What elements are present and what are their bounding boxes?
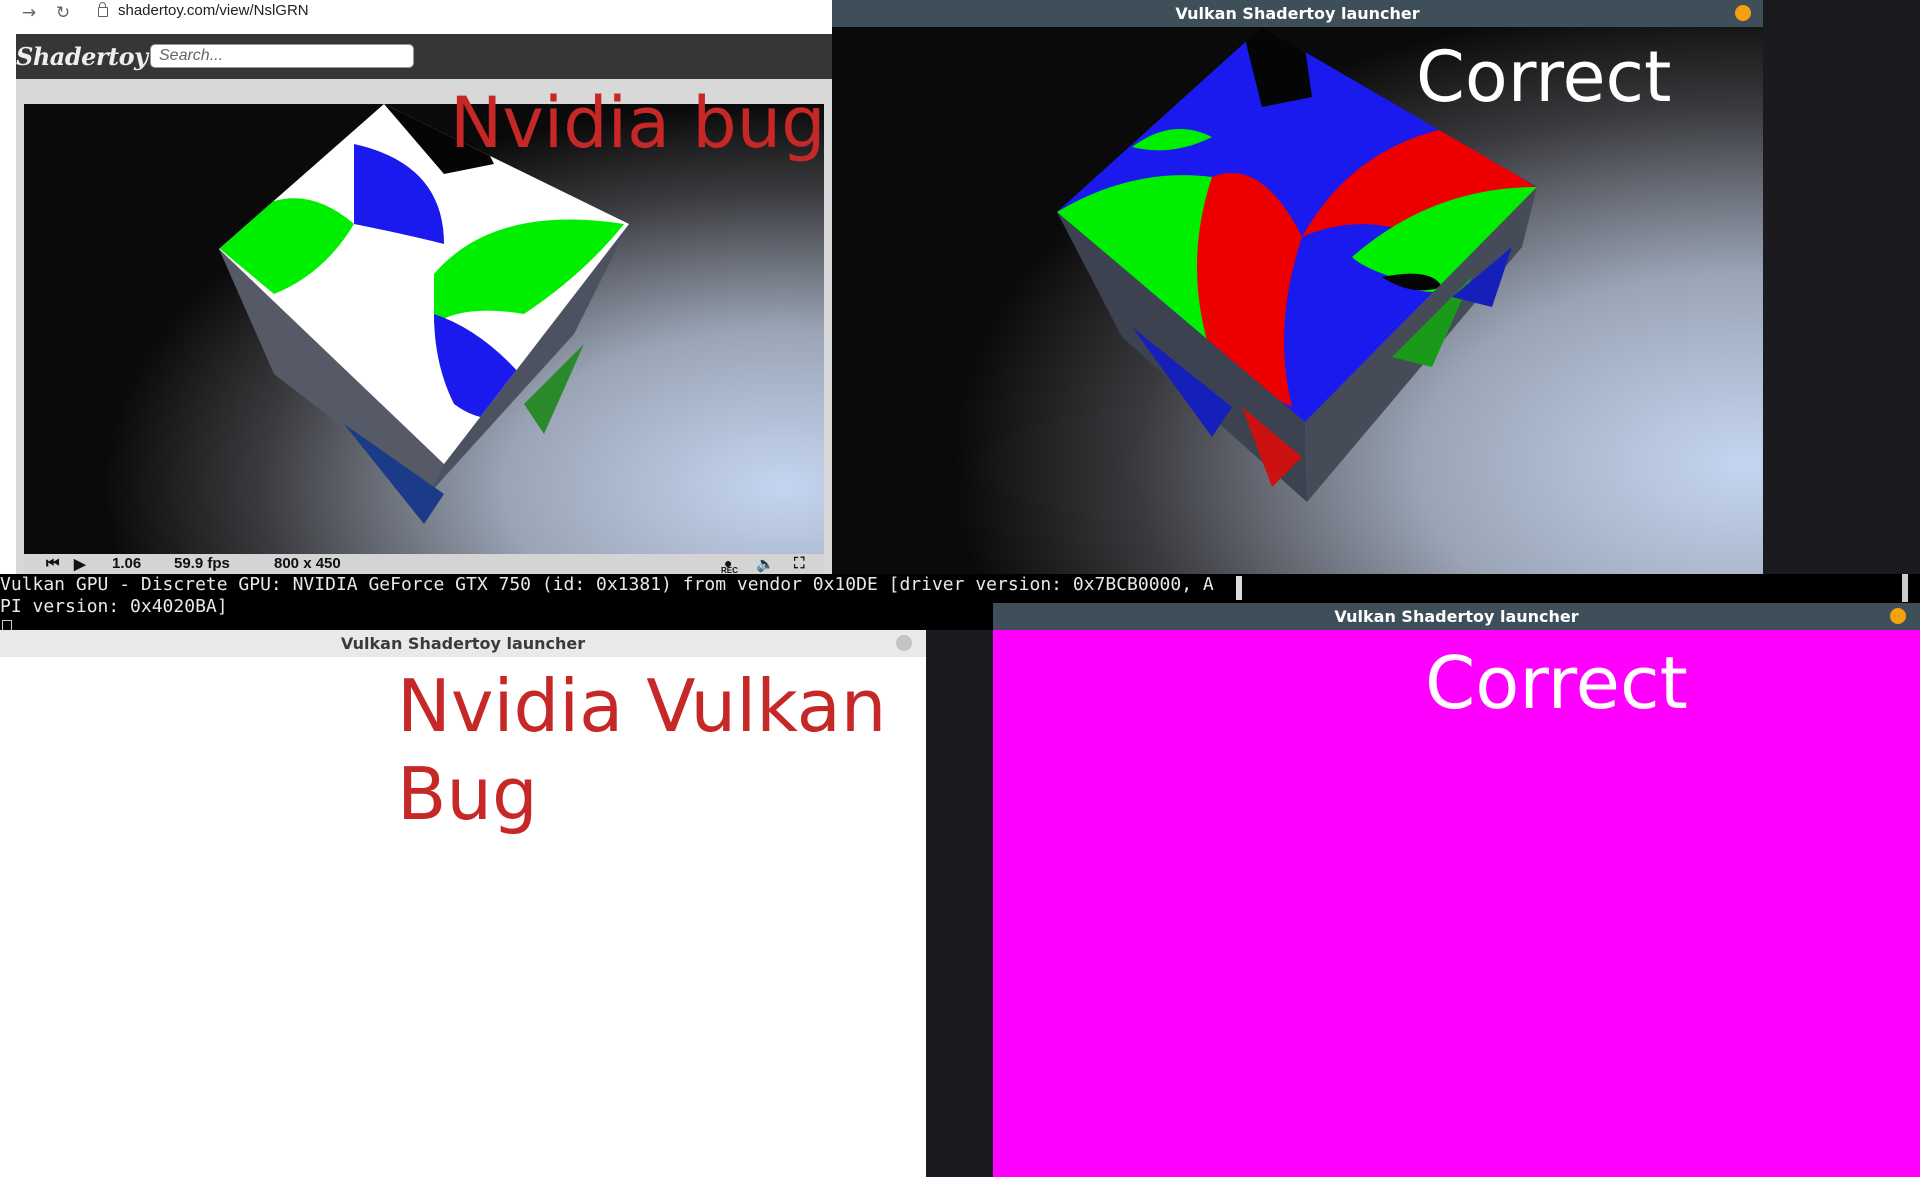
correct-label: Correct <box>1425 641 1688 725</box>
resolution-readout: 800 x 450 <box>274 555 341 572</box>
time-readout: 1.06 <box>112 555 142 572</box>
search-input[interactable] <box>150 44 414 68</box>
nvidia-bug-label: Nvidia bug <box>450 82 826 164</box>
fps-readout: 59.9 fps <box>174 555 230 572</box>
nvidia-vulkan-bug-label-line2: Bug <box>397 752 538 836</box>
terminal-line-1: Vulkan GPU - Discrete GPU: NVIDIA GeForc… <box>0 574 1214 595</box>
vulkan-window-top-right: Vulkan Shadertoy launcher Correct <box>832 0 1763 574</box>
shader-canvas-buggy[interactable] <box>24 104 824 554</box>
terminal-scrollbar[interactable] <box>1902 574 1908 602</box>
terminal-cursor <box>1236 576 1242 600</box>
lock-icon <box>98 2 108 17</box>
reload-icon[interactable]: ↻ <box>50 0 76 26</box>
record-label: REC <box>721 566 738 574</box>
play-icon[interactable]: ▶ <box>74 555 86 573</box>
window-titlebar[interactable]: Vulkan Shadertoy launcher <box>0 630 926 657</box>
back-arrow-icon[interactable]: → <box>16 0 42 26</box>
terminal-line-2: PI version: 0x4020BA] <box>0 596 228 617</box>
close-dot-icon[interactable] <box>896 635 912 651</box>
url-text[interactable]: shadertoy.com/view/NslGRN <box>118 2 309 19</box>
shadertoy-header: Shadertoy <box>16 34 832 79</box>
browser-window: → ↻ shadertoy.com/view/NslGRN Shadertoy <box>0 0 832 574</box>
shadertoy-logo[interactable]: Shadertoy <box>16 42 148 71</box>
close-dot-icon[interactable] <box>1735 5 1751 21</box>
window-titlebar[interactable]: Vulkan Shadertoy launcher <box>832 0 1763 27</box>
shader-controls-bar: ⏮ ▶ 1.06 59.9 fps 800 x 450 ● REC 🔈 ⛶ <box>24 554 824 574</box>
window-title: Vulkan Shadertoy launcher <box>1334 607 1579 626</box>
address-bar: → ↻ shadertoy.com/view/NslGRN <box>0 0 832 32</box>
skip-back-icon[interactable]: ⏮ <box>46 555 60 572</box>
volume-icon[interactable]: 🔈 <box>756 555 775 573</box>
fullscreen-icon[interactable]: ⛶ <box>794 555 805 572</box>
vulkan-window-bottom-left: Vulkan Shadertoy launcher Nvidia Vulkan … <box>0 630 926 1177</box>
correct-label: Correct <box>1416 36 1672 118</box>
window-title: Vulkan Shadertoy launcher <box>340 634 586 653</box>
window-title: Vulkan Shadertoy launcher <box>1175 4 1420 23</box>
close-dot-icon[interactable] <box>1890 608 1906 624</box>
window-titlebar[interactable]: Vulkan Shadertoy launcher <box>993 603 1920 630</box>
nvidia-vulkan-bug-label-line1: Nvidia Vulkan <box>397 664 887 748</box>
vulkan-window-bottom-right: Vulkan Shadertoy launcher Correct <box>993 603 1920 1177</box>
